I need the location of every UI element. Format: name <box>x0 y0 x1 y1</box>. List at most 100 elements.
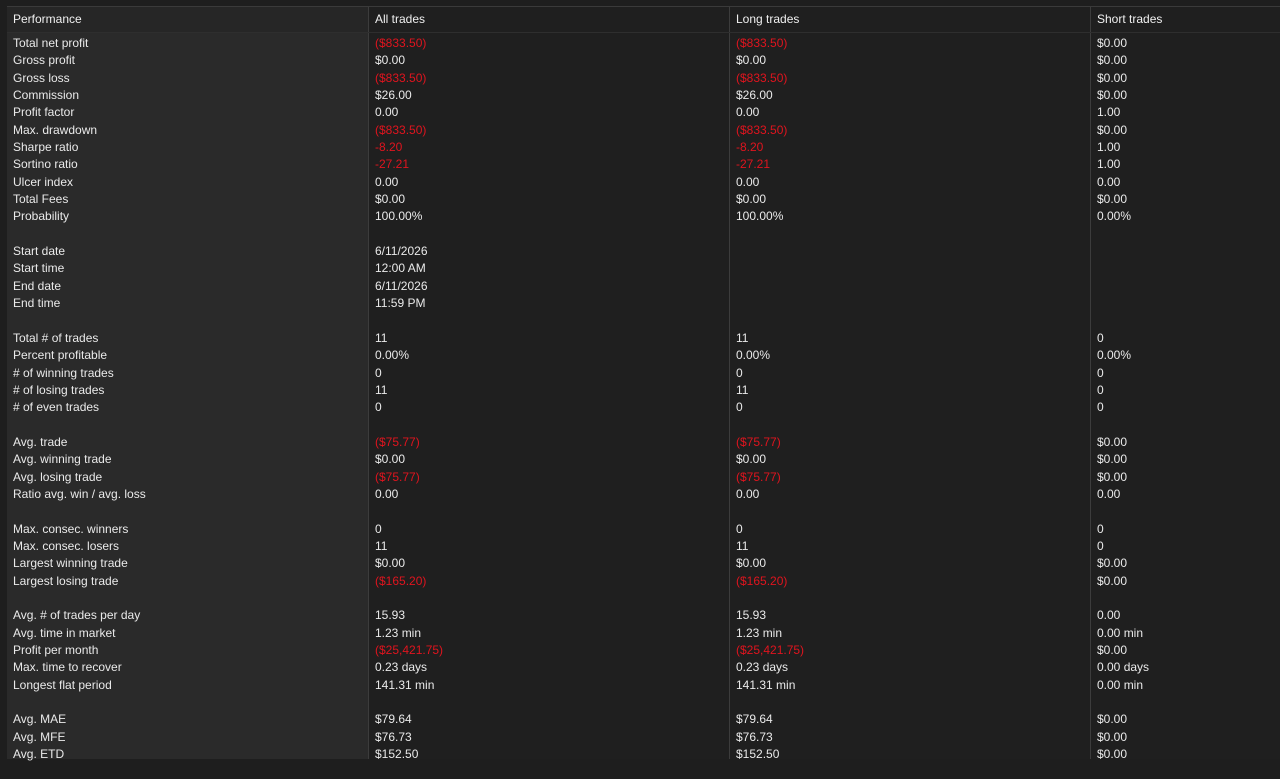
row-label: # of losing trades <box>13 382 105 397</box>
row-spacer <box>736 503 1090 520</box>
short-trades-value: $0.00 <box>1097 122 1128 137</box>
row-label: End date <box>13 278 62 293</box>
short-trades-value <box>1097 260 1280 277</box>
all-trades-value: 0 <box>375 400 382 415</box>
row-spacer <box>1097 694 1280 711</box>
short-trades-value: 0 <box>1097 382 1104 397</box>
row-label: Percent profitable <box>13 348 108 363</box>
row-label: Avg. ETD <box>13 747 65 762</box>
all-trades-value: 0 <box>375 365 382 380</box>
long-trades-value: 11 <box>736 382 749 397</box>
short-trades-value: 0.00 <box>1097 608 1121 623</box>
row-spacer <box>1097 226 1280 243</box>
header-long-trades[interactable]: Long trades <box>730 7 1091 32</box>
row-spacer <box>1097 503 1280 520</box>
short-trades-value: 1.00 <box>1097 140 1121 155</box>
label-column: Total net profit Gross profit Gross loss Co… <box>7 33 369 761</box>
all-trades-value: 15.93 <box>375 608 406 623</box>
long-trades-value <box>736 243 1090 260</box>
row-spacer <box>375 226 729 243</box>
header-short-trades[interactable]: Short trades <box>1091 7 1280 32</box>
long-trades-value: 0.00 <box>736 105 760 120</box>
short-trades-value <box>1097 243 1280 260</box>
row-spacer <box>13 313 368 330</box>
long-trades-value: 11 <box>736 330 749 345</box>
long-trades-value <box>736 295 1090 312</box>
short-trades-value: 0.00 <box>1097 174 1121 189</box>
all-trades-value: 11 <box>375 382 388 397</box>
row-label: Largest winning trade <box>13 556 128 571</box>
short-trades-value: 0.00 days <box>1097 660 1150 675</box>
grid-body: Total net profit Gross profit Gross loss Co… <box>7 33 1280 761</box>
long-trades-value: 141.31 min <box>736 677 796 692</box>
all-trades-column: ($833.50) $0.00 ($833.50) $26.00 0.00 ($833.5… <box>369 33 730 761</box>
all-trades-value: $26.00 <box>375 88 412 103</box>
row-label: Commission <box>13 88 80 103</box>
short-trades-value: $0.00 <box>1097 747 1128 762</box>
row-label: Start date <box>13 244 66 259</box>
all-trades-value: 100.00% <box>375 209 423 224</box>
long-trades-value: ($75.77) <box>736 469 781 484</box>
short-trades-value: $0.00 <box>1097 36 1128 50</box>
long-trades-value: $0.00 <box>736 556 767 571</box>
short-trades-value: $0.00 <box>1097 53 1128 68</box>
row-label: Avg. MAE <box>13 712 67 727</box>
long-trades-value: 15.93 <box>736 608 767 623</box>
long-trades-value: ($25,421.75) <box>736 643 805 658</box>
row-label: # of even trades <box>13 400 100 415</box>
row-spacer <box>375 417 729 434</box>
all-trades-value: $79.64 <box>375 712 412 727</box>
all-trades-value: $0.00 <box>375 192 406 207</box>
short-trades-value: 0 <box>1097 400 1104 415</box>
short-trades-value: 0 <box>1097 365 1104 380</box>
row-label: Gross loss <box>13 70 70 85</box>
row-label: Probability <box>13 209 70 224</box>
row-label: Avg. losing trade <box>13 469 103 484</box>
row-spacer <box>736 417 1090 434</box>
all-trades-value: 6/11/2026 <box>375 244 428 259</box>
short-trades-value: 0.00% <box>1097 209 1132 224</box>
short-trades-value: 1.00 <box>1097 105 1121 120</box>
header-all-trades[interactable]: All trades <box>369 7 730 32</box>
short-trades-value: 0 <box>1097 521 1104 536</box>
row-spacer <box>13 417 368 434</box>
row-label: Profit factor <box>13 105 75 120</box>
all-trades-value: ($25,421.75) <box>375 643 444 658</box>
all-trades-value: ($75.77) <box>375 434 420 449</box>
row-spacer <box>375 590 729 607</box>
performance-grid: Performance All trades Long trades Short… <box>7 6 1280 761</box>
short-trades-value: $0.00 <box>1097 70 1128 85</box>
short-trades-value <box>1097 278 1280 295</box>
row-label: Avg. MFE <box>13 729 66 744</box>
row-label: Ulcer index <box>13 174 74 189</box>
all-trades-value: 0.00 <box>375 105 399 120</box>
all-trades-value: 0.00% <box>375 348 410 363</box>
long-trades-value: 0 <box>736 521 743 536</box>
long-trades-value: $0.00 <box>736 192 767 207</box>
row-label: Longest flat period <box>13 677 112 692</box>
all-trades-value: 0.00 <box>375 486 399 501</box>
row-label: End time <box>13 296 61 311</box>
row-spacer <box>375 313 729 330</box>
row-spacer <box>13 503 368 520</box>
all-trades-value: ($833.50) <box>375 122 427 137</box>
row-spacer <box>736 590 1090 607</box>
long-trades-value: 0.23 days <box>736 660 789 675</box>
all-trades-value: $0.00 <box>375 452 406 467</box>
row-spacer <box>736 313 1090 330</box>
long-trades-value: -8.20 <box>736 140 764 155</box>
row-label: Total net profit <box>13 36 89 50</box>
row-label: Avg. trade <box>13 434 68 449</box>
all-trades-value: ($165.20) <box>375 573 427 588</box>
long-trades-value: ($165.20) <box>736 573 788 588</box>
short-trades-value <box>1097 295 1280 312</box>
header-performance[interactable]: Performance <box>7 7 369 32</box>
all-trades-value: ($75.77) <box>375 469 420 484</box>
row-spacer <box>375 503 729 520</box>
all-trades-value: $0.00 <box>375 556 406 571</box>
row-label: Sortino ratio <box>13 157 78 172</box>
short-trades-value: 0.00 min <box>1097 625 1144 640</box>
all-trades-value: 0.23 days <box>375 660 428 675</box>
short-trades-value: 1.00 <box>1097 157 1121 172</box>
short-trades-value: 0.00% <box>1097 348 1132 363</box>
